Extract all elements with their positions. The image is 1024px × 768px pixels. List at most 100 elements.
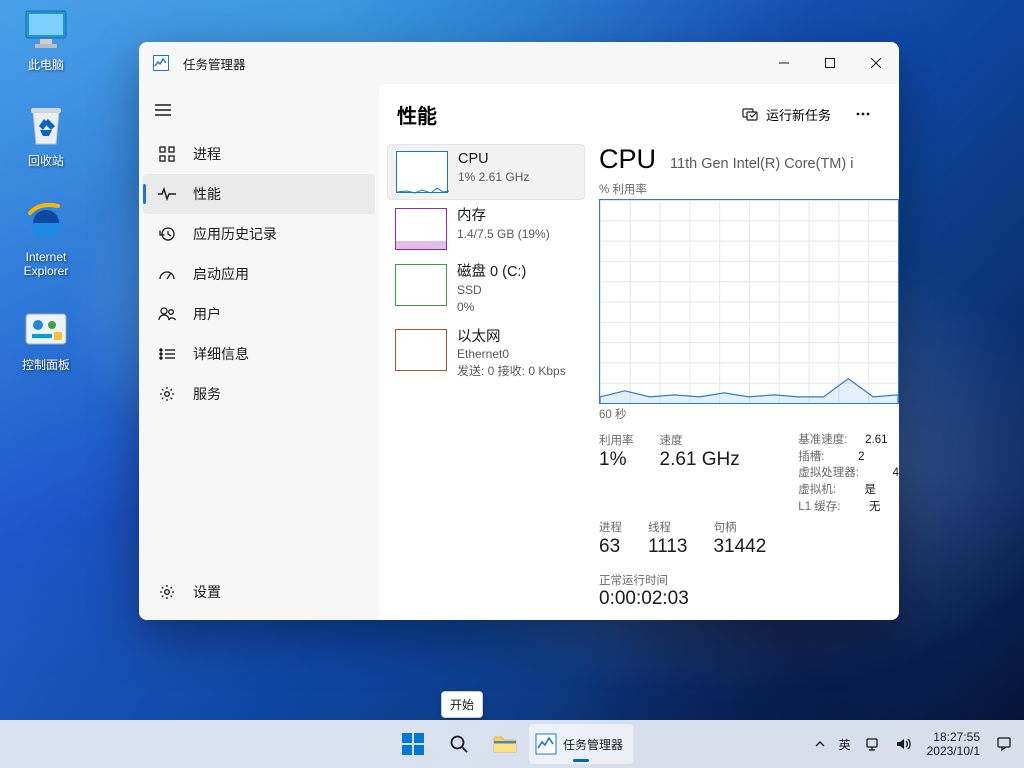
folder-icon xyxy=(493,734,517,754)
resource-list: CPU 1% 2.61 GHz 内存 1.4/7.5 GB (19%) xyxy=(379,140,589,620)
sidebar-item-settings[interactable]: 设置 xyxy=(143,572,375,612)
sidebar: 进程 性能 应用历史记录 启动应用 用户 详细信息 xyxy=(139,84,379,620)
resource-item-disk[interactable]: 磁盘 0 (C:) SSD 0% xyxy=(387,258,585,321)
resource-item-cpu[interactable]: CPU 1% 2.61 GHz xyxy=(387,144,585,200)
base-speed-label: 基准速度: xyxy=(798,432,847,449)
memory-thumb xyxy=(395,208,447,250)
chevron-up-icon xyxy=(815,741,825,747)
util-value: 1% xyxy=(599,449,634,471)
sockets-value: 2 xyxy=(839,449,865,466)
sidebar-item-details[interactable]: 详细信息 xyxy=(143,334,375,374)
proc-label: 进程 xyxy=(599,519,622,535)
uptime-value: 0:00:02:03 xyxy=(599,588,899,610)
volume-button[interactable] xyxy=(889,724,917,764)
vm-label: 虚拟机: xyxy=(798,482,836,499)
resource-sub: 1% 2.61 GHz xyxy=(458,170,529,185)
run-new-task-button[interactable]: 运行新任务 xyxy=(732,99,841,130)
sidebar-item-label: 详细信息 xyxy=(193,344,249,364)
start-button[interactable] xyxy=(391,722,435,766)
recycle-bin-icon xyxy=(22,102,70,150)
chart-line xyxy=(600,200,898,403)
cpu-chart[interactable] xyxy=(599,199,899,404)
network-button[interactable] xyxy=(859,724,887,764)
minimize-button[interactable] xyxy=(761,42,807,84)
resource-sub: Ethernet0 xyxy=(457,347,566,362)
desktop-icon-this-pc[interactable]: 此电脑 xyxy=(8,6,84,72)
stats-row-2: 进程 63 线程 1113 句柄 31442 xyxy=(599,519,899,558)
resource-item-memory[interactable]: 内存 1.4/7.5 GB (19%) xyxy=(387,202,585,256)
desktop-icon-ie[interactable]: Internet Explorer xyxy=(8,198,84,279)
disk-thumb xyxy=(395,264,447,306)
desktop-icon-label: 回收站 xyxy=(8,154,84,168)
taskbar[interactable]: 任务管理器 英 18:27:55 2023/10/1 xyxy=(0,720,1024,768)
desktop-icon-label: Internet Explorer xyxy=(8,250,84,279)
speed-label: 速度 xyxy=(660,432,740,448)
resource-title: 磁盘 0 (C:) xyxy=(457,264,526,281)
monitor-icon xyxy=(22,6,70,54)
maximize-button[interactable] xyxy=(807,42,853,84)
desktop-icon-recycle-bin[interactable]: 回收站 xyxy=(8,102,84,168)
base-speed-value: 2.61 xyxy=(862,432,888,449)
file-explorer-button[interactable] xyxy=(483,722,527,766)
volume-icon xyxy=(895,737,911,751)
vproc-value: 4 xyxy=(873,465,899,482)
thread-value: 1113 xyxy=(648,536,687,558)
handle-value: 31442 xyxy=(713,536,766,558)
gear-icon xyxy=(157,386,177,402)
clock-date: 2023/10/1 xyxy=(927,744,980,758)
taskbar-center: 任务管理器 xyxy=(391,722,633,766)
search-icon xyxy=(449,734,469,754)
sidebar-item-label: 应用历史记录 xyxy=(193,224,277,244)
taskbar-app-task-manager[interactable]: 任务管理器 xyxy=(529,724,633,764)
users-icon xyxy=(157,307,177,321)
run-task-icon xyxy=(742,106,758,122)
taskbar-clock[interactable]: 18:27:55 2023/10/1 xyxy=(919,730,988,759)
close-button[interactable] xyxy=(853,42,899,84)
sidebar-item-label: 用户 xyxy=(193,304,221,324)
sidebar-item-label: 服务 xyxy=(193,384,221,404)
sidebar-item-startup[interactable]: 启动应用 xyxy=(143,254,375,294)
l1-value: 无 xyxy=(854,499,880,516)
grid-icon xyxy=(157,146,177,162)
hamburger-button[interactable] xyxy=(139,90,187,130)
hamburger-icon xyxy=(155,104,171,116)
sidebar-item-app-history[interactable]: 应用历史记录 xyxy=(143,214,375,254)
notifications-button[interactable] xyxy=(990,724,1018,764)
chart-y-label: % 利用率 xyxy=(599,181,899,197)
more-button[interactable] xyxy=(845,98,881,130)
resource-sub2: 发送: 0 接收: 0 Kbps xyxy=(457,364,566,379)
sidebar-item-processes[interactable]: 进程 xyxy=(143,134,375,174)
titlebar[interactable]: 任务管理器 xyxy=(139,42,899,84)
ie-icon xyxy=(22,198,70,246)
sidebar-item-services[interactable]: 服务 xyxy=(143,374,375,414)
sidebar-item-label: 进程 xyxy=(193,144,221,164)
detail-subtitle: 11th Gen Intel(R) Core(TM) i xyxy=(670,156,853,172)
sidebar-item-label: 设置 xyxy=(193,582,221,602)
resource-sub2: 0% xyxy=(457,300,526,315)
resource-item-ethernet[interactable]: 以太网 Ethernet0 发送: 0 接收: 0 Kbps xyxy=(387,323,585,386)
window-controls xyxy=(761,42,899,84)
start-tooltip: 开始 xyxy=(441,691,483,718)
sidebar-item-performance[interactable]: 性能 xyxy=(143,174,375,214)
desktop-icon-control-panel[interactable]: 控制面板 xyxy=(8,306,84,372)
stat-specs: 基准速度:2.61 插槽:2 虚拟处理器:4 虚拟机:是 L1 缓存:无 xyxy=(798,432,899,515)
sidebar-item-label: 启动应用 xyxy=(193,264,249,284)
taskbar-app-label: 任务管理器 xyxy=(563,736,623,753)
task-manager-icon xyxy=(535,733,557,755)
clock-time: 18:27:55 xyxy=(927,730,980,744)
search-button[interactable] xyxy=(437,722,481,766)
detail-title: CPU xyxy=(599,144,656,175)
content-header: 性能 运行新任务 xyxy=(379,84,899,140)
proc-value: 63 xyxy=(599,536,622,558)
resource-sub: SSD xyxy=(457,283,526,298)
tray-overflow-button[interactable] xyxy=(809,724,831,764)
pulse-icon xyxy=(157,187,177,201)
sidebar-item-users[interactable]: 用户 xyxy=(143,294,375,334)
windows-icon xyxy=(402,733,424,755)
ime-button[interactable]: 英 xyxy=(833,724,857,764)
handle-label: 句柄 xyxy=(713,519,766,535)
list-icon xyxy=(157,348,177,360)
resource-title: 以太网 xyxy=(457,329,566,346)
sidebar-item-label: 性能 xyxy=(193,184,221,204)
notification-icon xyxy=(996,736,1012,752)
